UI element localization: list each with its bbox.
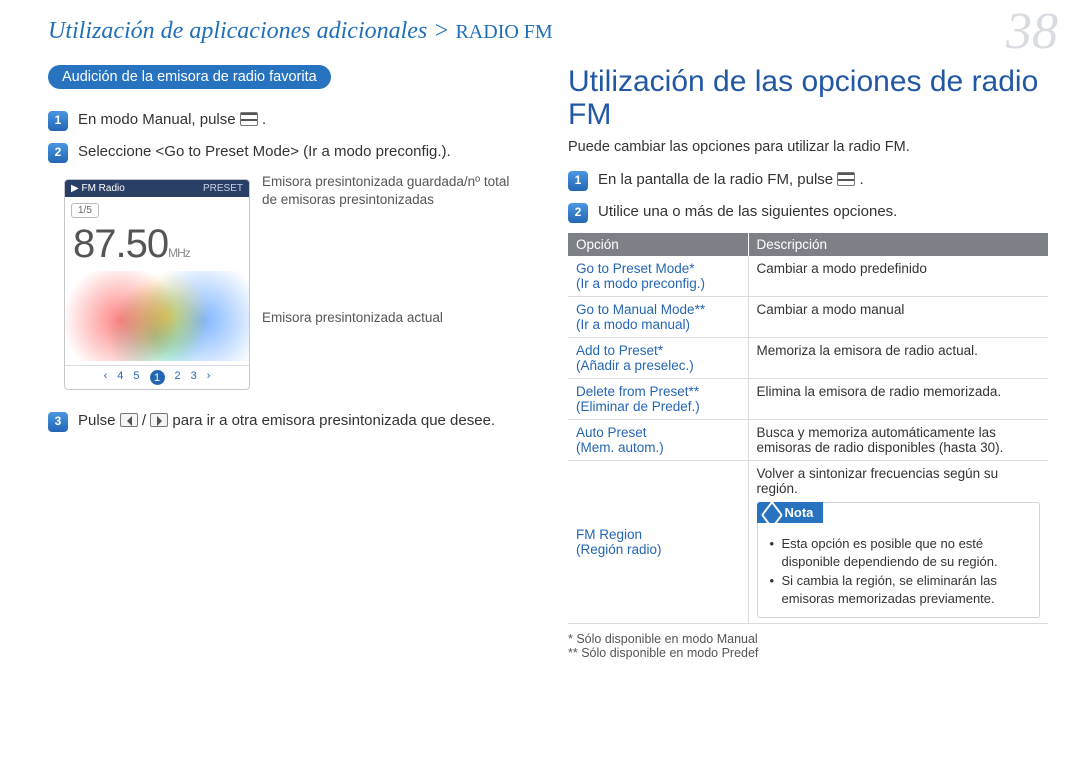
step-badge-3: 3 bbox=[48, 412, 68, 432]
th-option: Opción bbox=[568, 233, 748, 256]
spectrum-visual bbox=[65, 271, 249, 361]
menu-icon bbox=[837, 172, 855, 186]
section-subtext: Puede cambiar las opciones para utilizar… bbox=[568, 139, 1048, 155]
step-badge-1: 1 bbox=[48, 111, 68, 131]
step3-a: Pulse bbox=[78, 412, 120, 429]
right-column: Utilización de las opciones de radio FM … bbox=[568, 65, 1048, 660]
footnote-2: ** Sólo disponible en modo Predef bbox=[568, 646, 1048, 660]
th-description: Descripción bbox=[748, 233, 1048, 256]
table-row-region: FM Region(Región radio) Volver a sintoni… bbox=[568, 461, 1048, 624]
preset-ratio: 1/5 bbox=[71, 203, 99, 218]
breadcrumb-main: Utilización de aplicaciones adicionales … bbox=[48, 18, 449, 44]
preset-prev: ‹ bbox=[104, 370, 108, 385]
right-step-1: 1 En la pantalla de la radio FM, pulse . bbox=[568, 169, 1048, 191]
right-arrow-icon bbox=[150, 413, 168, 427]
table-row: Auto Preset(Mem. autom.) Busca y memoriz… bbox=[568, 420, 1048, 461]
table-row: Go to Manual Mode**(Ir a modo manual) Ca… bbox=[568, 297, 1048, 338]
note-box: Nota Esta opción es posible que no esté … bbox=[757, 502, 1041, 618]
note-label: Nota bbox=[757, 502, 824, 523]
region-desc: Volver a sintonizar frecuencias según su… bbox=[757, 466, 999, 496]
rstep2-text: Utilice una o más de las siguientes opci… bbox=[598, 201, 897, 223]
callout-saved-presets: Emisora presintonizada guardada/nº total… bbox=[262, 173, 528, 209]
menu-icon bbox=[240, 112, 258, 126]
step3-b: / bbox=[142, 412, 146, 429]
left-step-1: 1 En modo Manual, pulse . bbox=[48, 109, 528, 131]
step-badge-2: 2 bbox=[48, 143, 68, 163]
frequency-display: 87.50MHz bbox=[65, 218, 249, 267]
table-row: Go to Preset Mode*(Ir a modo preconfig.)… bbox=[568, 256, 1048, 297]
page-number: 38 bbox=[1006, 2, 1058, 61]
device-mock: ▶ FM Radio PRESET 1/5 87.50MHz ‹ 4 5 1 2… bbox=[64, 179, 250, 390]
left-step-2: 2 Seleccione <Go to Preset Mode> (Ir a m… bbox=[48, 141, 528, 163]
preset-item: 3 bbox=[191, 370, 197, 385]
preset-item: 5 bbox=[133, 370, 139, 385]
mhz-label: MHz bbox=[168, 246, 190, 260]
step3-c: para ir a otra emisora presintonizada qu… bbox=[172, 412, 495, 429]
step-badge-2: 2 bbox=[568, 203, 588, 223]
footnote-1: * Sólo disponible en modo Manual bbox=[568, 632, 1048, 646]
table-row: Delete from Preset**(Eliminar de Predef.… bbox=[568, 379, 1048, 420]
rstep1-tail: . bbox=[859, 171, 863, 188]
note-item: Si cambia la región, se eliminarán las e… bbox=[770, 572, 1032, 607]
device-title: ▶ FM Radio bbox=[71, 183, 125, 194]
section-heading: Utilización de las opciones de radio FM bbox=[568, 65, 1048, 131]
breadcrumb-section: RADIO FM bbox=[455, 21, 552, 43]
right-step-2: 2 Utilice una o más de las siguientes op… bbox=[568, 201, 1048, 223]
preset-bar: ‹ 4 5 1 2 3 › bbox=[65, 365, 249, 389]
step2-text: Seleccione <Go to Preset Mode> (Ir a mod… bbox=[78, 141, 451, 163]
left-column: Audición de la emisora de radio favorita… bbox=[48, 65, 528, 660]
preset-item: 2 bbox=[175, 370, 181, 385]
rstep1-text: En la pantalla de la radio FM, pulse bbox=[598, 171, 837, 188]
preset-item-current: 1 bbox=[150, 370, 165, 385]
step-badge-1: 1 bbox=[568, 171, 588, 191]
footnotes: * Sólo disponible en modo Manual ** Sólo… bbox=[568, 632, 1048, 660]
note-item: Esta opción es posible que no esté dispo… bbox=[770, 535, 1032, 570]
step1-text: En modo Manual, pulse bbox=[78, 111, 240, 128]
left-step-3: 3 Pulse / para ir a otra emisora presint… bbox=[48, 410, 528, 432]
section-pill: Audición de la emisora de radio favorita bbox=[48, 65, 331, 89]
step1-tail: . bbox=[262, 111, 266, 128]
callout-current-preset: Emisora presintonizada actual bbox=[262, 309, 528, 327]
table-row: Add to Preset*(Añadir a preselec.) Memor… bbox=[568, 338, 1048, 379]
device-preset-label: PRESET bbox=[203, 183, 243, 194]
breadcrumb: Utilización de aplicaciones adicionales … bbox=[48, 18, 1048, 45]
preset-next: › bbox=[207, 370, 211, 385]
device-callouts: Emisora presintonizada guardada/nº total… bbox=[262, 173, 528, 328]
preset-item: 4 bbox=[117, 370, 123, 385]
options-table: Opción Descripción Go to Preset Mode*(Ir… bbox=[568, 233, 1048, 624]
left-arrow-icon bbox=[120, 413, 138, 427]
